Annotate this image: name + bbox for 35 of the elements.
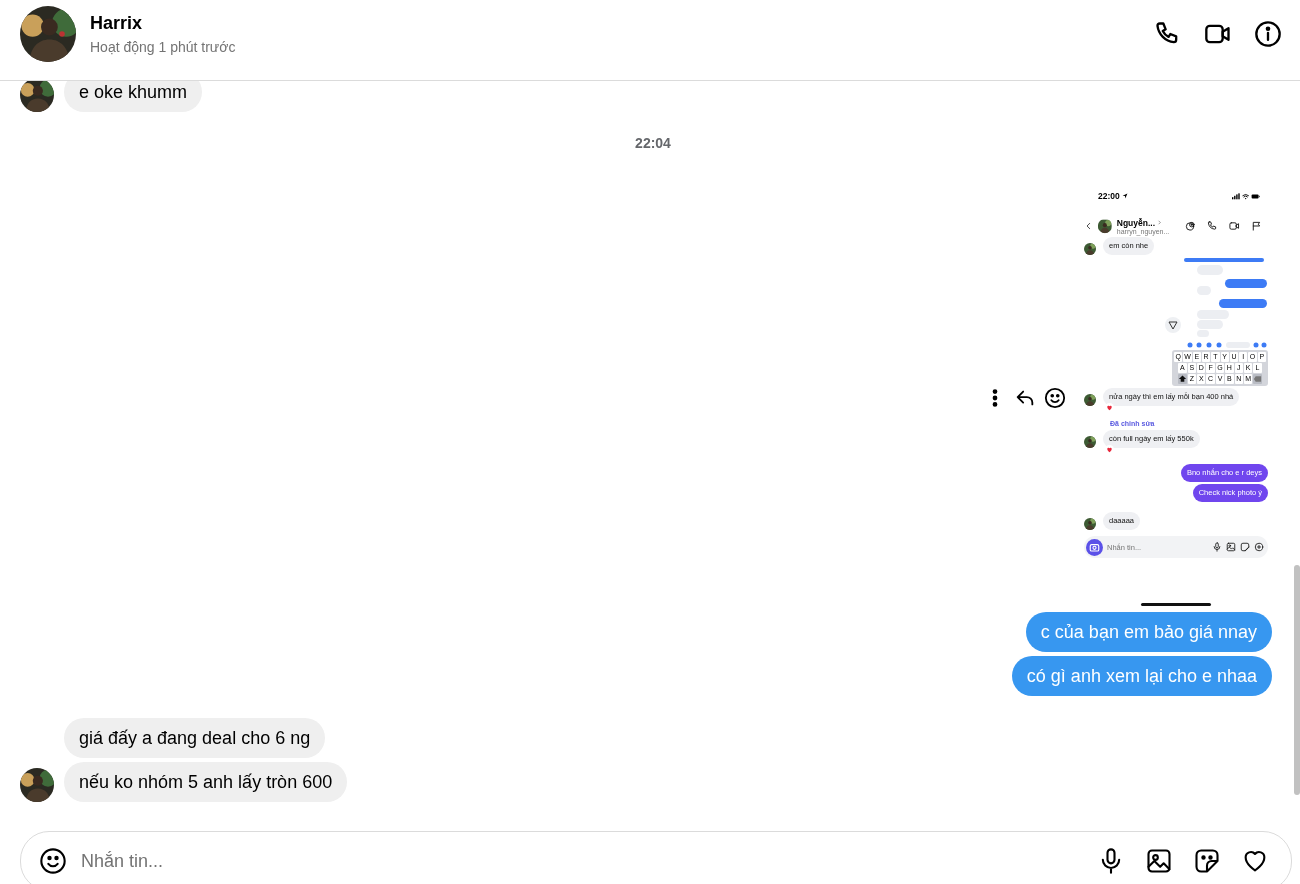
status-time: 22:00 xyxy=(1098,191,1120,201)
heart-reaction-icon xyxy=(1105,445,1114,454)
camera-icon xyxy=(1086,538,1103,556)
microphone-icon xyxy=(1212,542,1222,552)
message-field[interactable]: Nhắn tin... xyxy=(20,831,1292,884)
emoji-icon[interactable] xyxy=(1044,386,1066,409)
shift-key-icon xyxy=(1177,374,1187,384)
contact-name: Harrix xyxy=(90,13,144,34)
plus-icon xyxy=(1254,542,1264,552)
status-icons-drawing xyxy=(1232,192,1260,200)
activity-status: Hoạt động 1 phút trước xyxy=(90,39,236,55)
sticker-icon xyxy=(1240,542,1250,552)
location-arrow-icon xyxy=(1121,193,1128,199)
image-icon[interactable] xyxy=(1145,847,1173,875)
message-bubble: nếu ko nhóm 5 anh lấy tròn 600 xyxy=(64,762,348,802)
delete-key-icon xyxy=(1253,374,1263,384)
sticker-icon[interactable] xyxy=(1193,847,1221,875)
image-icon xyxy=(1226,542,1236,552)
heart-reaction-icon xyxy=(1105,403,1114,412)
phone-icon xyxy=(1207,220,1219,232)
emoji-icon[interactable] xyxy=(39,847,67,875)
sticker-icon xyxy=(1185,220,1197,232)
message-bubble: e oke khumm xyxy=(64,81,203,112)
timestamp: 22:04 xyxy=(634,134,672,152)
home-indicator xyxy=(1141,603,1211,606)
message-bubble: giá đấy a đang deal cho 6 ng xyxy=(64,718,326,758)
scrollbar[interactable] xyxy=(1294,565,1300,795)
chevron-icon xyxy=(1157,220,1163,225)
message-bubble: có gì anh xem lại cho e nhaa xyxy=(1011,656,1272,696)
message-input[interactable]: Nhắn tin... xyxy=(81,847,1077,875)
video-camera-icon xyxy=(1229,220,1241,232)
info-icon[interactable] xyxy=(1254,20,1282,48)
flag-icon xyxy=(1251,220,1262,232)
screenshot-contact-name: Nguyễn... xyxy=(1116,217,1156,228)
message-bubble: c của bạn em bảo giá nnay xyxy=(1025,612,1272,652)
